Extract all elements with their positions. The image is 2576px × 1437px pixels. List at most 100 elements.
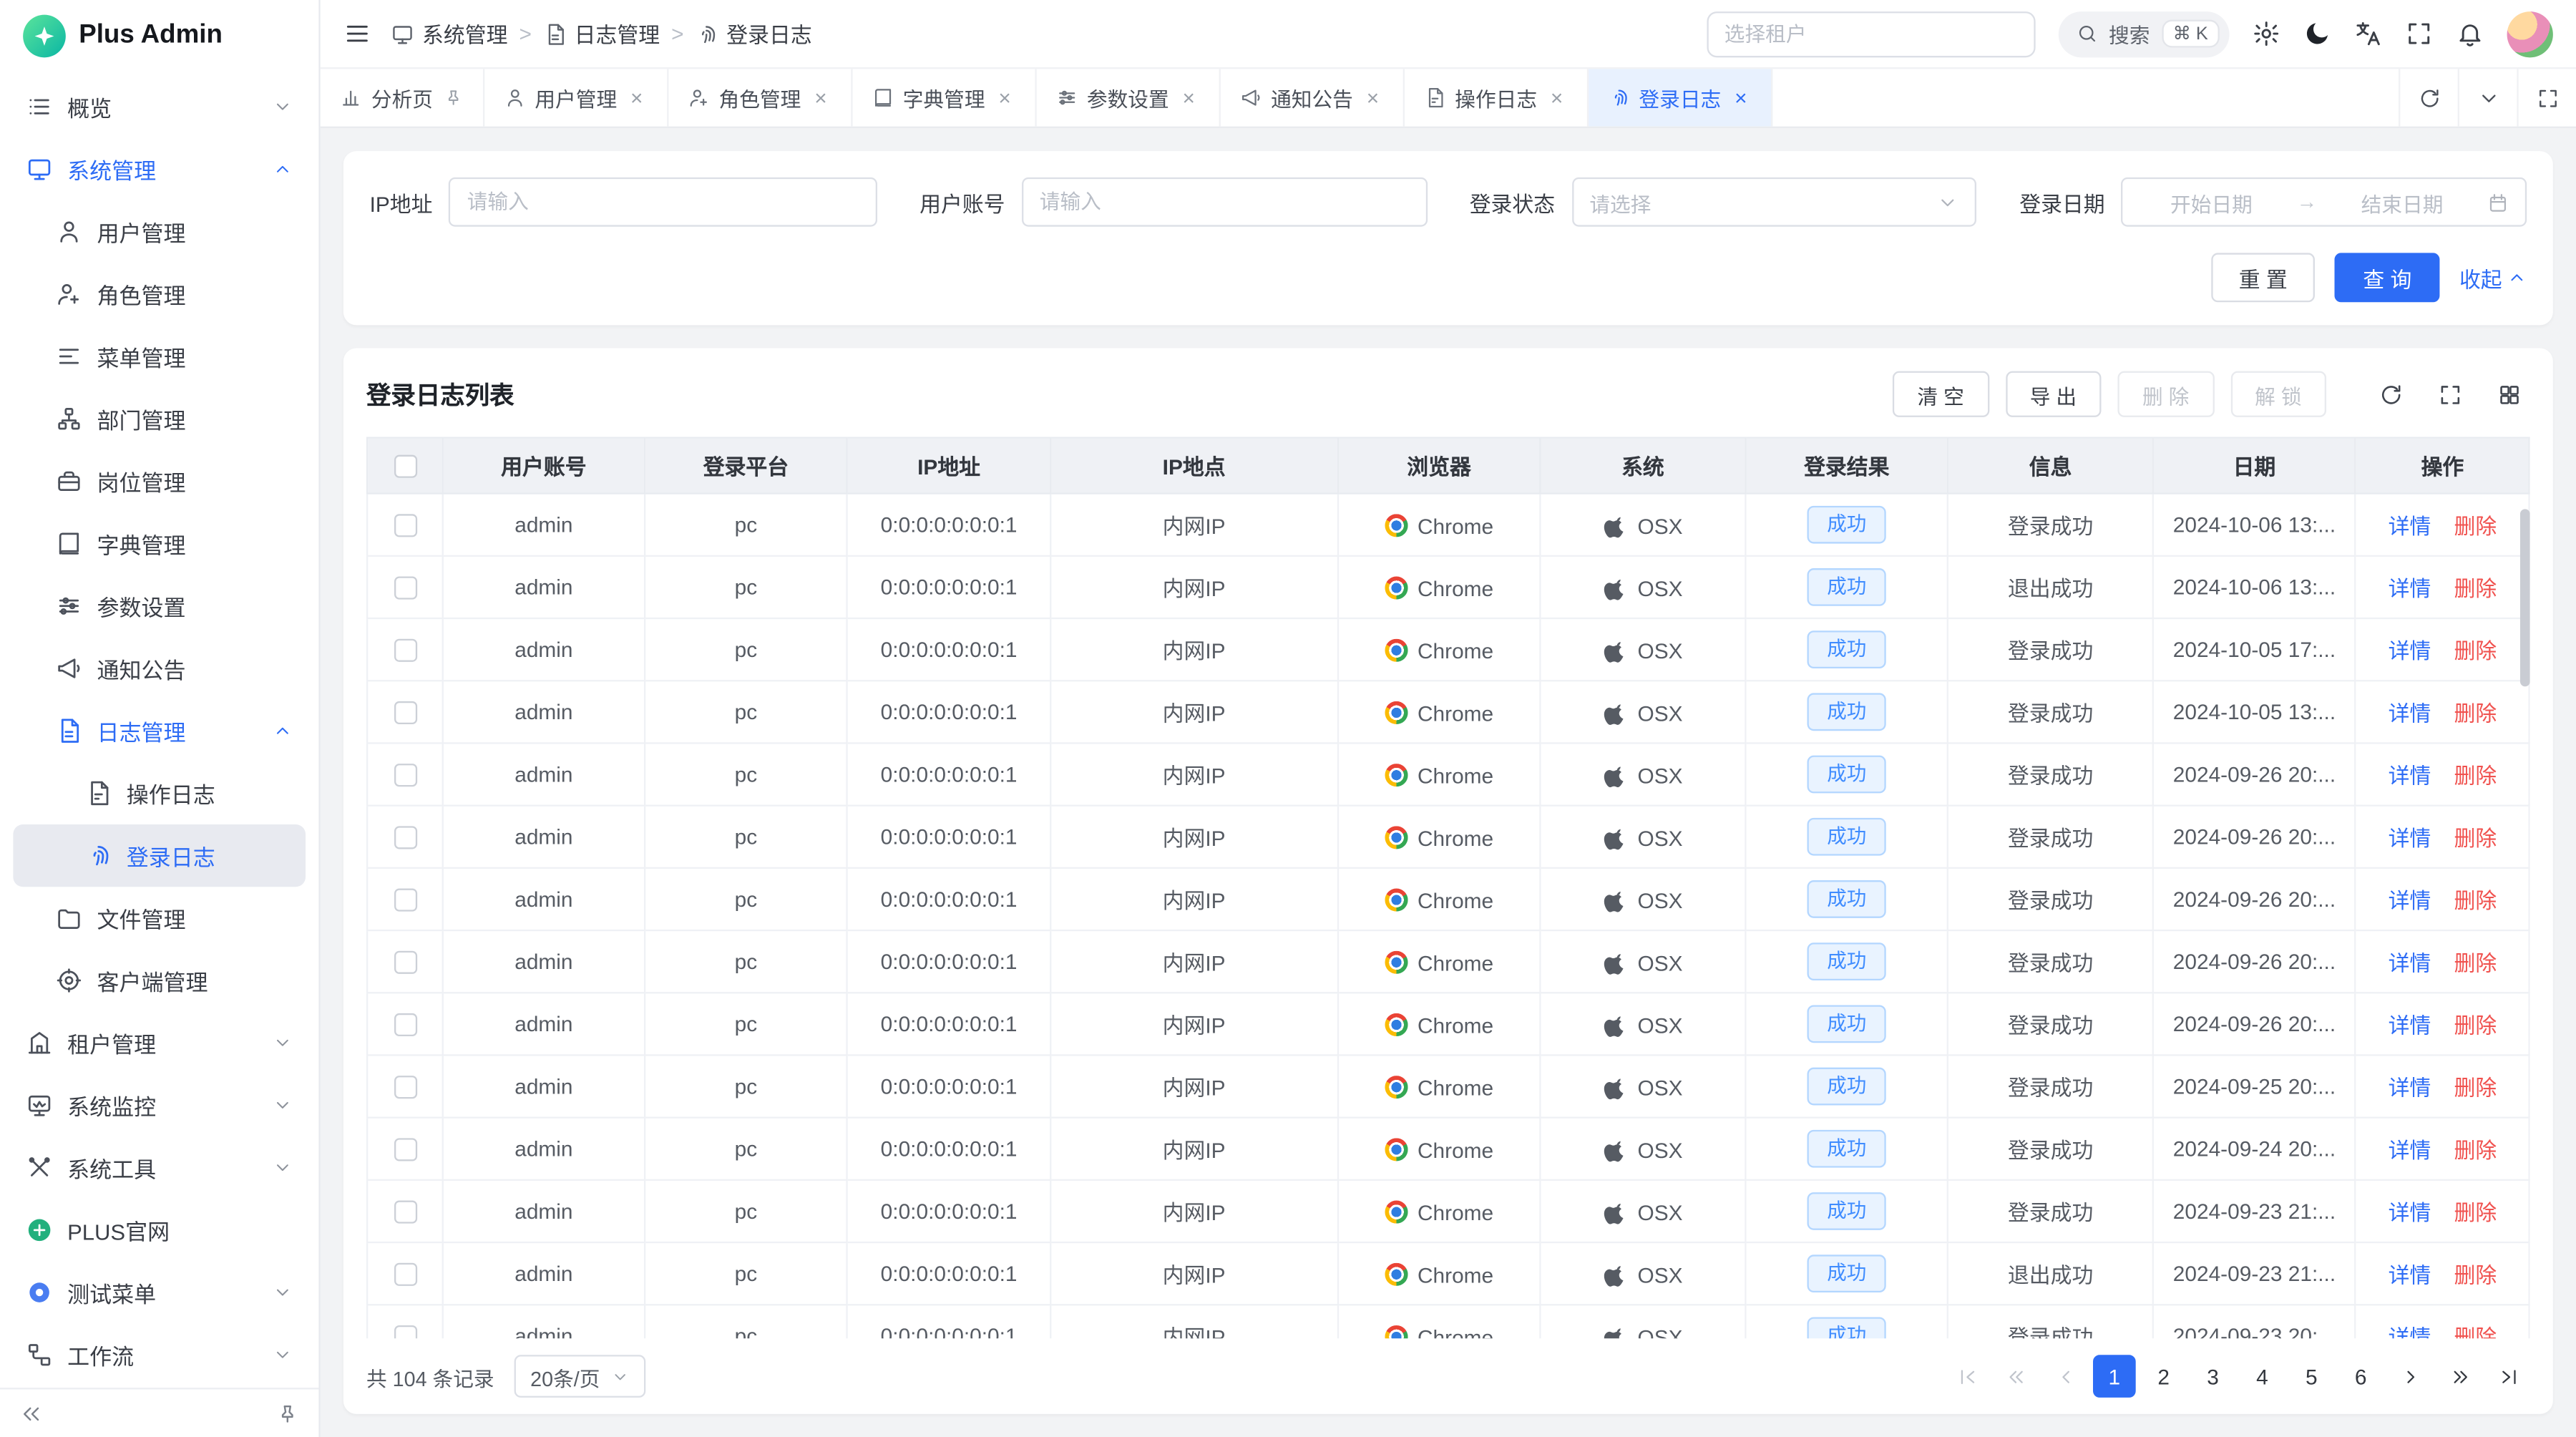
delete-link[interactable]: 删除: [2454, 1325, 2497, 1338]
detail-link[interactable]: 详情: [2389, 889, 2431, 913]
sidebar-item-menu[interactable]: 菜单管理: [13, 325, 306, 387]
sidebar-item-user[interactable]: 用户管理: [13, 200, 306, 263]
sidebar-item-tenant[interactable]: 租户管理: [13, 1012, 306, 1074]
filter-select-2[interactable]: 请选择: [1571, 177, 1976, 227]
notifications-bell-icon[interactable]: [2456, 20, 2484, 48]
detail-link[interactable]: 详情: [2389, 701, 2431, 726]
delete-link[interactable]: 删除: [2454, 1076, 2497, 1100]
sidebar-item-loginlog[interactable]: 登录日志: [13, 824, 306, 887]
tab-options-button[interactable]: [2458, 69, 2517, 126]
detail-link[interactable]: 详情: [2389, 1325, 2431, 1338]
table-fullscreen-button[interactable]: [2428, 373, 2471, 416]
tab-2[interactable]: 角色管理×: [668, 69, 852, 126]
delete-link[interactable]: 删除: [2454, 764, 2497, 788]
sidebar-item-param[interactable]: 参数设置: [13, 575, 306, 637]
row-checkbox[interactable]: [394, 889, 416, 912]
tab-6[interactable]: 操作日志×: [1404, 69, 1588, 126]
sidebar-item-role[interactable]: 角色管理: [13, 263, 306, 325]
delete-link[interactable]: 删除: [2454, 701, 2497, 726]
jump-forward-button[interactable]: [2438, 1355, 2481, 1398]
row-checkbox[interactable]: [394, 1014, 416, 1037]
detail-link[interactable]: 详情: [2389, 826, 2431, 850]
fullscreen-icon[interactable]: [2405, 20, 2433, 48]
delete-link[interactable]: 删除: [2454, 1263, 2497, 1287]
next-page-button[interactable]: [2389, 1355, 2431, 1398]
detail-link[interactable]: 详情: [2389, 1076, 2431, 1100]
detail-link[interactable]: 详情: [2389, 1263, 2431, 1287]
filter-daterange[interactable]: 开始日期→结束日期: [2122, 177, 2527, 227]
sidebar-item-monitor[interactable]: 系统监控: [13, 1074, 306, 1136]
row-checkbox[interactable]: [394, 1139, 416, 1161]
tab-close-icon[interactable]: ×: [1363, 87, 1383, 109]
breadcrumb-item[interactable]: 登录日志: [696, 18, 812, 49]
delete-link[interactable]: 删除: [2454, 889, 2497, 913]
detail-link[interactable]: 详情: [2389, 639, 2431, 663]
sidebar-item-post[interactable]: 岗位管理: [13, 450, 306, 512]
page-button-5[interactable]: 5: [2290, 1355, 2333, 1398]
translate-icon[interactable]: [2354, 20, 2382, 48]
tab-close-icon[interactable]: ×: [1179, 87, 1199, 109]
delete-link[interactable]: 删除: [2454, 826, 2497, 850]
sidebar-item-dept[interactable]: 部门管理: [13, 388, 306, 450]
column-settings-button[interactable]: [2487, 373, 2530, 416]
tab-close-icon[interactable]: ×: [627, 87, 647, 109]
page-button-2[interactable]: 2: [2142, 1355, 2185, 1398]
filter-input-0[interactable]: [449, 177, 877, 227]
delete-link[interactable]: 删除: [2454, 1138, 2497, 1162]
sidebar-item-workflow[interactable]: 工作流: [13, 1324, 306, 1386]
detail-link[interactable]: 详情: [2389, 951, 2431, 975]
tab-close-icon[interactable]: ×: [1731, 87, 1751, 109]
sidebar-item-overview[interactable]: 概览: [13, 76, 306, 138]
detail-link[interactable]: 详情: [2389, 576, 2431, 600]
global-search-button[interactable]: 搜索 ⌘ K: [2058, 11, 2230, 57]
row-checkbox[interactable]: [394, 764, 416, 787]
clear-button[interactable]: 清 空: [1893, 371, 1989, 417]
tab-1[interactable]: 用户管理×: [484, 69, 668, 126]
row-checkbox[interactable]: [394, 577, 416, 600]
breadcrumb-item[interactable]: 日志管理: [543, 18, 660, 49]
delete-link[interactable]: 删除: [2454, 576, 2497, 600]
select-all-checkbox[interactable]: [394, 455, 416, 478]
tenant-select-input[interactable]: [1706, 11, 2034, 57]
hamburger-menu-icon[interactable]: [343, 20, 371, 48]
sidebar-item-system[interactable]: 系统管理: [13, 138, 306, 200]
reset-button[interactable]: 重 置: [2211, 253, 2316, 302]
last-page-button[interactable]: [2487, 1355, 2530, 1398]
refresh-page-button[interactable]: [2399, 69, 2458, 126]
refresh-table-button[interactable]: [2369, 373, 2412, 416]
row-checkbox[interactable]: [394, 1326, 416, 1339]
tab-0[interactable]: 分析页: [321, 69, 484, 126]
row-checkbox[interactable]: [394, 951, 416, 974]
tab-5[interactable]: 通知公告×: [1220, 69, 1404, 126]
row-checkbox[interactable]: [394, 515, 416, 537]
row-checkbox[interactable]: [394, 1201, 416, 1224]
page-button-4[interactable]: 4: [2241, 1355, 2284, 1398]
breadcrumb-item[interactable]: 系统管理: [391, 18, 507, 49]
delete-link[interactable]: 删除: [2454, 1201, 2497, 1225]
pin-sidebar-button[interactable]: [276, 1402, 299, 1425]
collapse-filter-link[interactable]: 收起: [2459, 262, 2527, 293]
tab-4[interactable]: 参数设置×: [1036, 69, 1220, 126]
tab-close-icon[interactable]: ×: [995, 87, 1015, 109]
query-button[interactable]: 查 询: [2335, 253, 2439, 302]
detail-link[interactable]: 详情: [2389, 1013, 2431, 1038]
first-page-button[interactable]: [1945, 1355, 1988, 1398]
row-checkbox[interactable]: [394, 639, 416, 662]
dark-mode-moon-icon[interactable]: [2303, 20, 2331, 48]
delete-link[interactable]: 删除: [2454, 639, 2497, 663]
detail-link[interactable]: 详情: [2389, 1201, 2431, 1225]
detail-link[interactable]: 详情: [2389, 1138, 2431, 1162]
tab-close-icon[interactable]: ×: [1547, 87, 1567, 109]
row-checkbox[interactable]: [394, 702, 416, 725]
jump-back-button[interactable]: [1994, 1355, 2037, 1398]
row-checkbox[interactable]: [394, 827, 416, 849]
sidebar-item-client[interactable]: 客户端管理: [13, 949, 306, 1011]
user-avatar[interactable]: [2507, 11, 2553, 57]
page-size-select[interactable]: 20条/页: [514, 1355, 646, 1398]
settings-gear-icon[interactable]: [2253, 20, 2280, 48]
tab-3[interactable]: 字典管理×: [852, 69, 1036, 126]
filter-input-1[interactable]: [1022, 177, 1427, 227]
tab-7[interactable]: 登录日志×: [1588, 69, 1772, 126]
sidebar-item-plus-site[interactable]: PLUS官网: [13, 1199, 306, 1261]
sidebar-item-file[interactable]: 文件管理: [13, 887, 306, 949]
